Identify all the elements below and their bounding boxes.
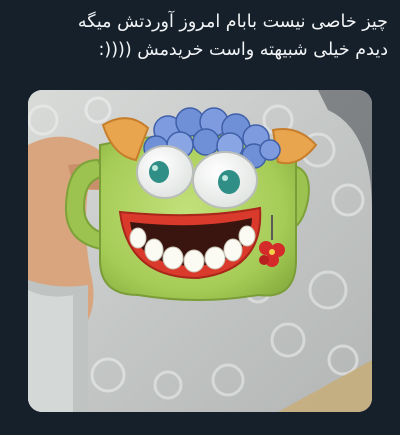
tweet-photo[interactable] bbox=[28, 90, 372, 412]
tweet-text: چیز خاصی نیست بابام امروز آوردتش میگه دی… bbox=[14, 8, 388, 64]
tweet-text-line-2: دیدم خیلی شبیهته واست خریدمش ((((: bbox=[98, 40, 388, 60]
mug-photo-illustration bbox=[28, 90, 372, 412]
tweet-post: چیز خاصی نیست بابام امروز آوردتش میگه دی… bbox=[0, 0, 400, 435]
tweet-text-line-1: چیز خاصی نیست بابام امروز آوردتش میگه bbox=[77, 12, 388, 32]
